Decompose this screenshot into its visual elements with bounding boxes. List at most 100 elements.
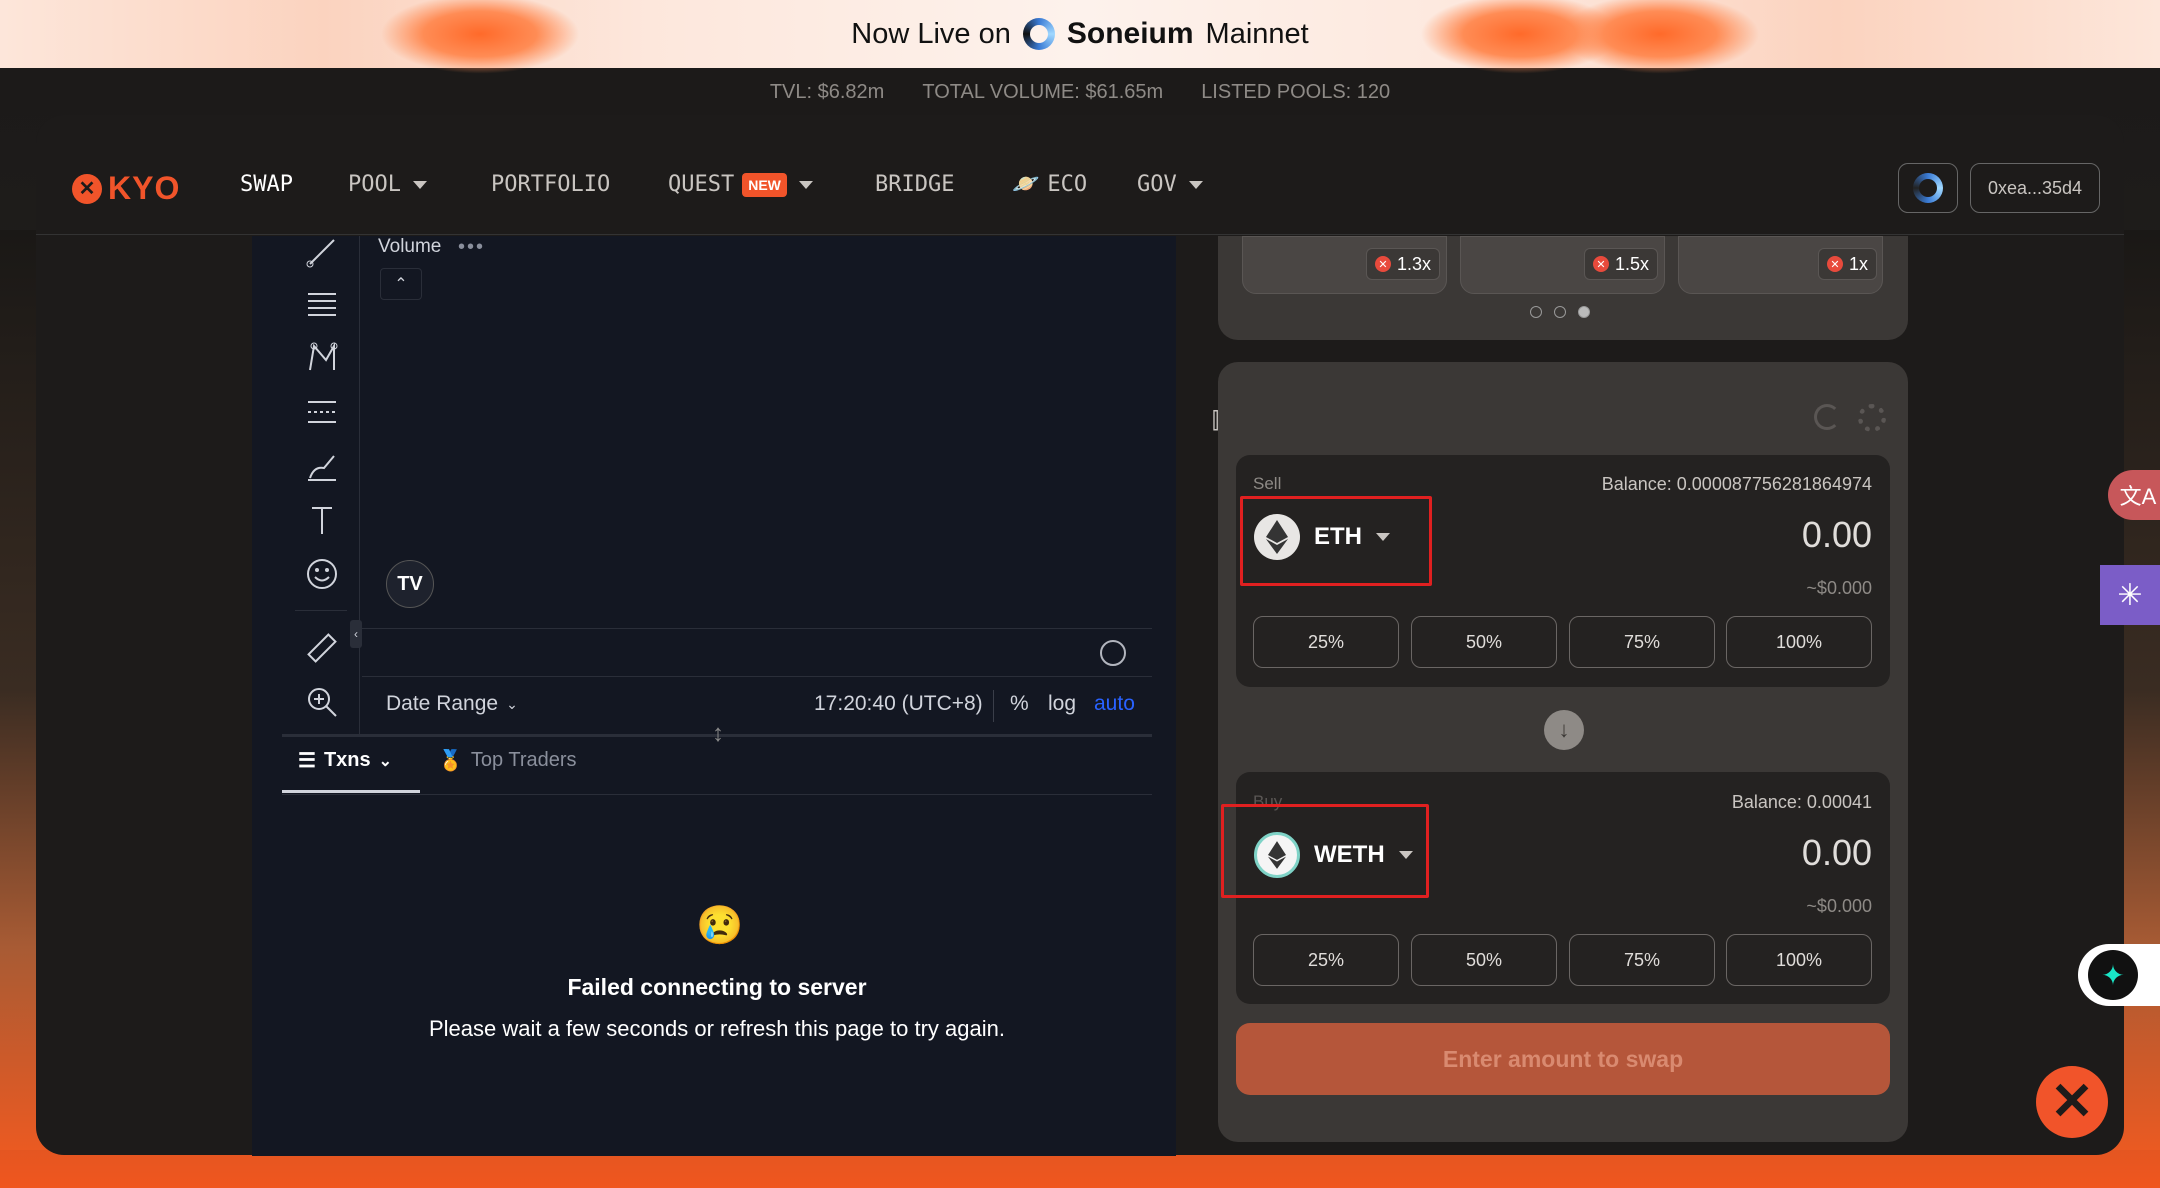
translate-icon[interactable]: 文A xyxy=(2108,470,2160,520)
network-button[interactable] xyxy=(1898,163,1958,213)
nav-label: POOL xyxy=(348,172,401,197)
chevron-down-icon: ⌄ xyxy=(378,752,393,770)
kyo-x-icon[interactable]: ✕ xyxy=(2036,1066,2108,1138)
nav-label: SWAP xyxy=(240,172,293,197)
nav-gov[interactable]: GOV xyxy=(1137,172,1203,197)
buy-token-selector[interactable]: WETH xyxy=(1254,832,1413,878)
carousel-dot-active[interactable] xyxy=(1578,306,1590,318)
sell-balance: Balance: 0.000087756281864974 xyxy=(1601,474,1872,494)
close-icon: ✕ xyxy=(1593,256,1609,272)
chevron-up-icon[interactable]: ⌃ xyxy=(380,268,422,300)
volume-label: Volume xyxy=(378,236,442,257)
close-icon: ✕ xyxy=(1375,256,1391,272)
chart-time: 17:20:40 (UTC+8) xyxy=(814,692,983,715)
token-symbol: WETH xyxy=(1314,841,1385,868)
auto-toggle[interactable]: auto xyxy=(1094,692,1135,716)
log-toggle[interactable]: log xyxy=(1048,692,1076,716)
tab-txns[interactable]: ☰ Txns ⌄ xyxy=(298,748,392,773)
toolbar-collapse-handle[interactable]: ‹ xyxy=(350,620,362,648)
nav-pool[interactable]: POOL xyxy=(348,172,427,197)
nav-swap[interactable]: SWAP xyxy=(240,172,293,197)
multiplier-value: 1x xyxy=(1849,253,1869,274)
emoji-tool-icon[interactable] xyxy=(302,554,342,594)
nav-label: BRIDGE xyxy=(875,172,955,197)
chart-toggle-icon[interactable]: ⫿ xyxy=(1212,408,1219,434)
network-icon xyxy=(1913,173,1943,203)
buy-25-button[interactable]: 25% xyxy=(1253,934,1399,986)
carousel-dot[interactable] xyxy=(1530,306,1542,318)
banner-brand: Soneium xyxy=(1066,17,1194,50)
multiplier-value: 1.3x xyxy=(1397,253,1432,274)
planet-icon: 🪐 xyxy=(1012,172,1040,197)
volume-stat: TOTAL VOLUME: $61.65m xyxy=(922,80,1164,103)
nav-eco[interactable]: 🪐 ECO xyxy=(1012,172,1087,197)
nav-label: GOV xyxy=(1137,172,1177,197)
chart-axis-divider xyxy=(362,628,1152,629)
refresh-icon[interactable] xyxy=(1814,404,1840,430)
new-badge: NEW xyxy=(742,172,787,197)
sell-100-button[interactable]: 100% xyxy=(1726,616,1872,668)
nav-portfolio[interactable]: PORTFOLIO xyxy=(491,172,610,197)
date-range-label: Date Range xyxy=(386,692,499,715)
sell-token-selector[interactable]: ETH xyxy=(1254,514,1390,560)
tab-label: Txns xyxy=(323,749,371,771)
chevron-down-icon xyxy=(1398,851,1413,859)
announcement-banner[interactable]: Now Live on Soneium Mainnet xyxy=(0,0,2160,74)
volume-options-icon[interactable]: ••• xyxy=(458,236,485,259)
swap-direction-button[interactable]: ↓ xyxy=(1544,710,1584,750)
nav-bridge[interactable]: BRIDGE xyxy=(875,172,954,197)
gear-icon[interactable] xyxy=(1858,404,1886,432)
sell-25-button[interactable]: 25% xyxy=(1253,616,1399,668)
fib-tool-icon[interactable] xyxy=(302,284,342,324)
kyo-logo-icon: ✕ xyxy=(72,173,102,204)
sell-50-button[interactable]: 50% xyxy=(1411,616,1557,668)
text-tool-icon[interactable] xyxy=(302,500,342,540)
resize-handle-icon[interactable]: ↕ xyxy=(712,720,724,748)
wallet-address-button[interactable]: 0xea...35d4 xyxy=(1970,163,2100,213)
kyo-logo[interactable]: ✕ KYO xyxy=(72,170,180,207)
chart-settings-icon[interactable] xyxy=(1100,640,1126,666)
multiplier-badge: ✕ 1.5x xyxy=(1584,248,1659,280)
buy-amount-input[interactable]: 0.00 xyxy=(1600,832,1872,874)
brush-tool-icon[interactable] xyxy=(302,446,342,486)
multiplier-value: 1.5x xyxy=(1615,253,1650,274)
sell-75-button[interactable]: 75% xyxy=(1569,616,1715,668)
soneium-logo-icon xyxy=(1022,18,1055,50)
tvl-stat: TVL: $6.82m xyxy=(769,80,885,103)
buy-50-button[interactable]: 50% xyxy=(1411,934,1557,986)
percent-toggle[interactable]: % xyxy=(1010,692,1029,716)
tab-top-traders[interactable]: 🏅 Top Traders xyxy=(438,748,577,773)
tradingview-logo[interactable]: TV xyxy=(386,560,434,608)
buy-balance: Balance: 0.00041 xyxy=(1731,792,1872,812)
chart-axis-divider xyxy=(362,676,1152,677)
eth-icon xyxy=(1254,514,1300,560)
banner-suffix: Mainnet xyxy=(1205,17,1309,50)
weth-icon xyxy=(1254,832,1300,878)
buy-75-button[interactable]: 75% xyxy=(1569,934,1715,986)
buy-100-button[interactable]: 100% xyxy=(1726,934,1872,986)
chevron-down-icon xyxy=(1188,180,1203,189)
pattern-tool-icon[interactable] xyxy=(302,338,342,378)
trend-line-tool-icon[interactable] xyxy=(302,232,342,272)
carousel-dot[interactable] xyxy=(1554,306,1566,318)
swap-submit-button[interactable]: Enter amount to swap xyxy=(1236,1023,1890,1095)
date-range-selector[interactable]: Date Range ⌄ xyxy=(386,692,518,716)
ai-assistant-icon[interactable]: ✳ xyxy=(2100,565,2160,625)
protocol-stats: TVL: $6.82m TOTAL VOLUME: $61.65m LISTED… xyxy=(0,72,2160,112)
sell-usd-value: ~$0.000 xyxy=(1806,578,1872,598)
ruler-tool-icon[interactable] xyxy=(302,628,342,668)
multiplier-badge: ✕ 1.3x xyxy=(1366,248,1441,280)
list-icon: ☰ xyxy=(298,750,316,772)
spark-widget[interactable]: ✦ xyxy=(2078,944,2160,1006)
chevron-down-icon xyxy=(1376,533,1390,541)
medal-icon: 🏅 xyxy=(438,750,463,772)
sell-amount-input[interactable]: 0.00 xyxy=(1600,514,1872,556)
sell-label: Sell xyxy=(1253,474,1282,493)
banner-decoration xyxy=(380,0,580,74)
forecast-tool-icon[interactable] xyxy=(302,392,342,432)
nav-quest[interactable]: QUEST NEW xyxy=(668,172,813,197)
logo-text: KYO xyxy=(108,170,181,206)
zoom-in-tool-icon[interactable] xyxy=(302,682,342,722)
carousel-dots xyxy=(1530,306,1590,318)
sad-face-icon: 😢 xyxy=(696,905,744,947)
